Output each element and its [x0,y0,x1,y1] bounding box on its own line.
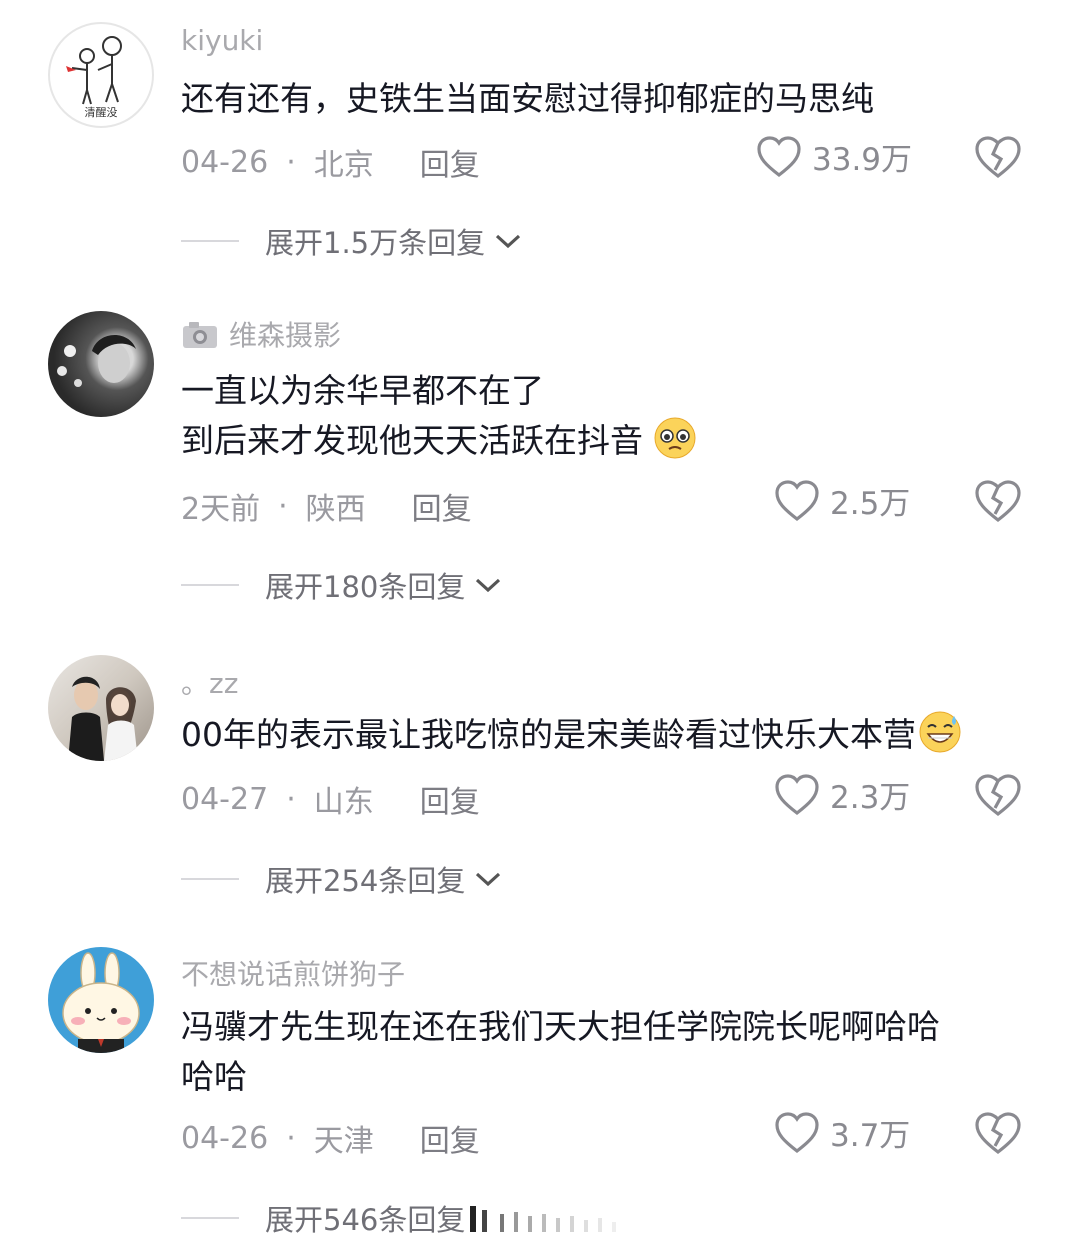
like-button[interactable]: 2.3万 [774,772,910,817]
comment-date: 04-26 [181,1120,269,1156]
expand-replies[interactable]: 展开1.5万条回复 [181,220,523,262]
like-count: 2.5万 [830,486,911,522]
heart-icon [775,479,819,521]
like-button[interactable]: 3.7万 [774,1110,910,1155]
comment-text-line-content: 到后来才发现他天天活跃在抖音 [181,421,643,460]
comment-text: 还有还有，史铁生当面安慰过得抑郁症的马思纯 [181,74,874,124]
comment-username[interactable]: kiyuki [181,24,263,57]
comment-date: 04-27 [181,781,269,817]
comment-date: 04-26 [181,144,269,180]
separator-dot: · [286,781,296,817]
like-button[interactable]: 2.5万 [774,478,910,523]
comment-text-line: 哈哈 [181,1057,247,1096]
separator-dot: · [286,1120,296,1156]
comment-text-line-content: 00年的表示最让我吃惊的是宋美龄看过快乐大本营 [181,715,916,754]
broken-heart-icon [975,774,1021,817]
like-count: 2.3万 [830,780,911,816]
bunny-avatar-icon [62,952,140,1053]
chevron-down-icon [476,872,501,887]
heart-icon [757,135,801,177]
avatar[interactable] [48,947,154,1053]
chevron-down-icon [476,578,501,593]
dislike-button[interactable] [974,134,1022,184]
comment-username[interactable]: 不想说话煎饼狗子 [181,953,405,993]
comment-text-line: 一直以为余华早都不在了 [181,371,544,410]
broken-heart-icon [975,480,1021,523]
expand-replies[interactable]: 展开546条回复 [181,1197,465,1239]
expand-label: 展开180条回复 [265,570,466,604]
heart-icon [775,1111,819,1153]
chevron-down-icon [496,234,521,249]
separator-dot: · [286,144,296,180]
comment-text-line: 到后来才发现他天天活跃在抖音 [181,416,697,466]
comment-meta: 04-27 · 山东 回复 [181,777,480,821]
dislike-button[interactable] [974,1110,1022,1160]
divider-line [181,1217,239,1219]
comment-date: 2天前 [181,492,261,527]
grinning-sweat-face-icon [919,711,961,753]
avatar-photo-icon [57,334,136,387]
divider-line [181,584,239,586]
dislike-button[interactable] [974,772,1022,822]
comment-location: 陕西 [305,492,366,527]
comment-meta: 04-26 · 天津 回复 [181,1116,480,1160]
avatar-photo-icon [68,676,138,761]
comment-meta: 04-26 · 北京 回复 [181,140,480,184]
avatar[interactable] [48,655,154,761]
comment-text: 一直以为余华早都不在了 到后来才发现他天天活跃在抖音 [181,366,697,466]
expand-replies[interactable]: 展开180条回复 [181,564,503,606]
like-button[interactable]: 33.9万 [756,134,912,179]
reply-button[interactable]: 回复 [412,484,472,528]
reply-button[interactable]: 回复 [420,1116,480,1160]
comment-text: 00年的表示最让我吃惊的是宋美龄看过快乐大本营 [181,710,962,760]
dislike-button[interactable] [974,478,1022,528]
separator-dot: · [278,488,288,524]
avatar[interactable] [48,311,154,417]
expand-replies[interactable]: 展开254条回复 [181,858,503,900]
comment-text-line: 还有还有，史铁生当面安慰过得抑郁症的马思纯 [181,79,874,118]
comment-location: 北京 [313,148,374,183]
avatar[interactable]: 清醒没 [48,22,154,128]
broken-heart-icon [975,1112,1021,1155]
heart-icon [775,773,819,815]
watermark-bars-icon [470,1206,616,1232]
comment-text-line: 冯骥才先生现在还在我们天大担任学院院长呢啊哈哈 [181,1007,940,1046]
comment-location: 天津 [313,1124,374,1159]
comment-text-line: 00年的表示最让我吃惊的是宋美龄看过快乐大本营 [181,710,962,760]
divider-line [181,878,239,880]
comment-username[interactable]: 维森摄影 [181,314,341,354]
expand-label: 展开254条回复 [265,864,466,898]
expand-label: 展开546条回复 [265,1203,466,1237]
like-count: 3.7万 [830,1118,911,1154]
pleading-face-icon [654,417,696,459]
comment-text: 冯骥才先生现在还在我们天大担任学院院长呢啊哈哈 哈哈 [181,1002,940,1102]
reply-button[interactable]: 回复 [420,140,480,184]
expand-label: 展开1.5万条回复 [265,226,486,260]
comment-meta: 2天前 · 陕西 回复 [181,484,472,528]
avatar-caption: 清醒没 [84,106,118,119]
like-count: 33.9万 [812,142,913,178]
broken-heart-icon [975,136,1021,179]
username-text: 维森摄影 [229,319,342,352]
reply-button[interactable]: 回复 [420,777,480,821]
comment-location: 山东 [313,785,374,820]
comment-username[interactable]: 。zz [181,662,238,702]
divider-line [181,240,239,242]
camera-icon [183,322,217,348]
